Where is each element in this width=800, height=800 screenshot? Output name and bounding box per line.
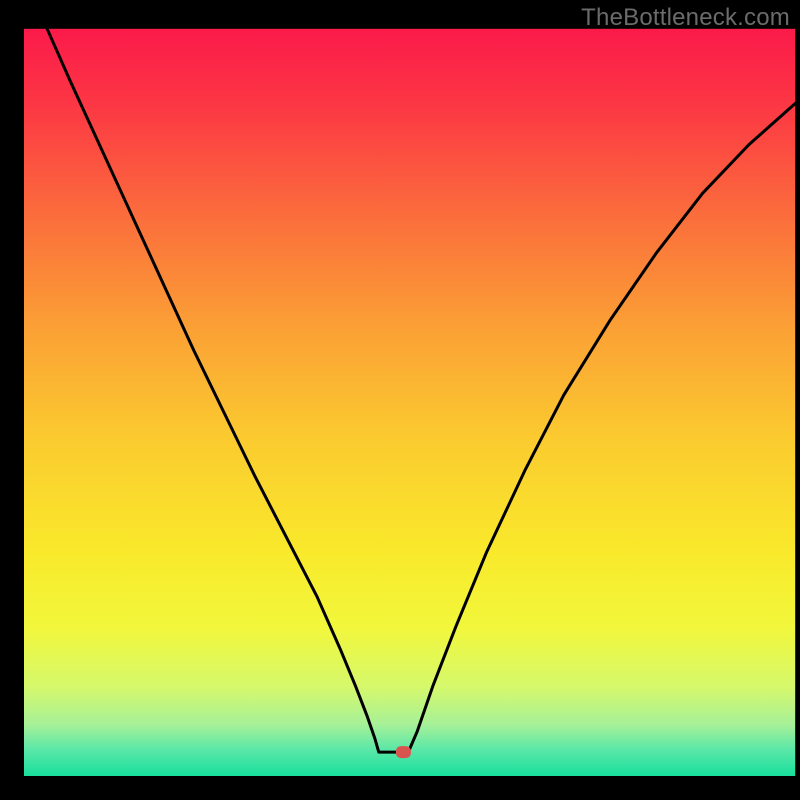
bottleneck-chart — [0, 0, 800, 800]
chart-svg — [0, 0, 800, 800]
watermark-text: TheBottleneck.com — [581, 4, 790, 32]
minimum-marker — [396, 746, 411, 758]
plot-background — [24, 29, 795, 776]
